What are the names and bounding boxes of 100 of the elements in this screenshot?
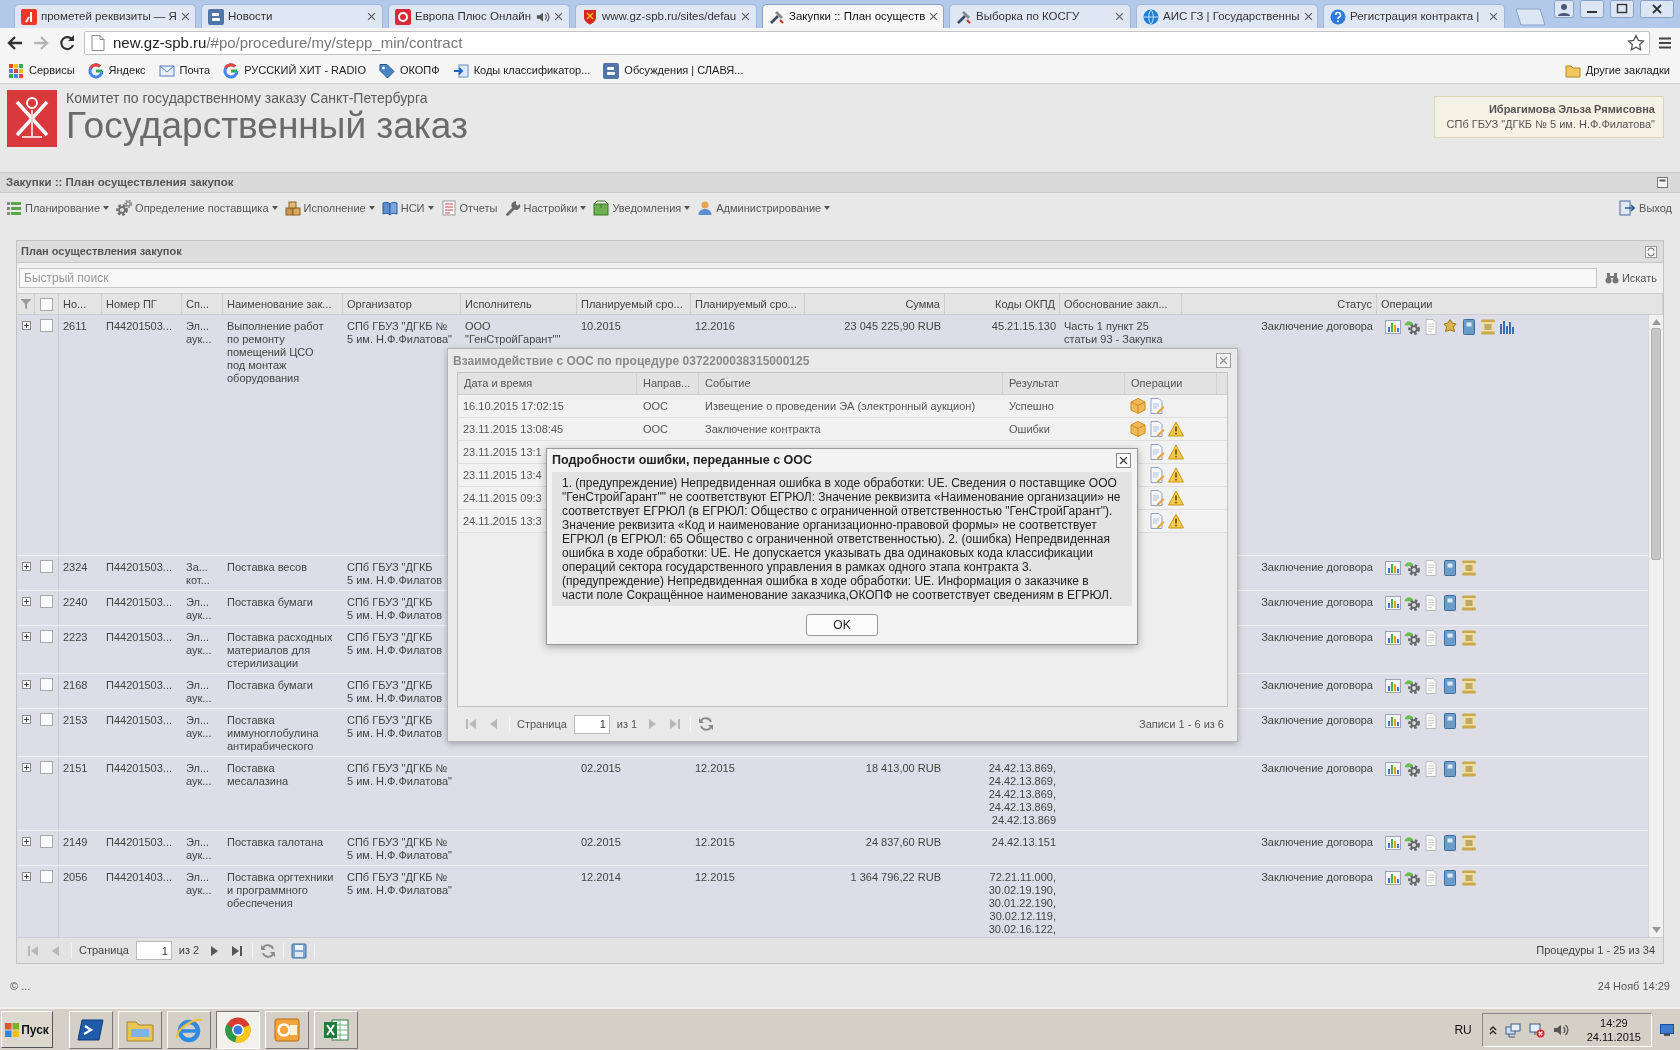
bookmark-link[interactable]: Сервисы <box>8 62 75 79</box>
user-icon[interactable] <box>1554 0 1574 18</box>
column-header[interactable]: Событие <box>699 373 1003 394</box>
warning-icon[interactable] <box>1168 421 1184 437</box>
bookmark-link[interactable]: Яндекс <box>87 62 146 79</box>
page-field[interactable]: 1 <box>135 941 172 960</box>
reload-icon[interactable] <box>58 34 76 52</box>
expand-icon[interactable] <box>21 597 31 606</box>
gear-icon[interactable] <box>1404 630 1420 646</box>
checkbox[interactable] <box>40 761 53 774</box>
address-field[interactable]: new.gz-spb.ru/#po/procedure/my/stepp_min/contract <box>84 31 1650 55</box>
document-edit-icon[interactable] <box>1149 444 1165 460</box>
menu-item[interactable]: Уведомления <box>593 199 691 217</box>
document-edit-icon[interactable] <box>1149 398 1165 414</box>
expand-icon[interactable] <box>21 680 31 689</box>
page-field[interactable]: 1 <box>573 714 610 734</box>
refresh-icon[interactable] <box>260 942 277 959</box>
menu-item[interactable]: Планирование <box>6 199 110 217</box>
scrollbar-thumb[interactable] <box>1651 328 1661 560</box>
menu-icon[interactable] <box>1658 36 1672 50</box>
close-icon[interactable] <box>1640 0 1674 18</box>
ok-button[interactable]: OK <box>806 614 878 636</box>
column-header[interactable]: Статус <box>1182 294 1377 314</box>
checkbox[interactable] <box>40 630 53 643</box>
bar-chart-icon[interactable] <box>1385 835 1401 851</box>
gear-icon[interactable] <box>1404 835 1420 851</box>
scroll-up-icon[interactable] <box>1651 319 1661 325</box>
network-icon[interactable] <box>1504 1021 1521 1038</box>
book-icon[interactable] <box>1442 560 1458 576</box>
column-header[interactable]: Планируемый сро... <box>691 294 805 314</box>
expand-icon[interactable] <box>21 715 31 724</box>
maximize-icon[interactable] <box>1610 0 1634 18</box>
back-icon[interactable] <box>6 34 24 52</box>
collapse-icon[interactable] <box>1657 177 1668 188</box>
browser-tab[interactable]: Регистрация контракта | <box>1323 4 1505 28</box>
search-field[interactable]: Быстрый поиск <box>19 268 1597 288</box>
column-header[interactable]: Организатор <box>343 294 461 314</box>
document-edit-icon[interactable] <box>1149 421 1165 437</box>
chevron-up-icon[interactable] <box>1488 1024 1497 1035</box>
checkbox[interactable] <box>40 835 53 848</box>
bar-chart-icon[interactable] <box>1385 595 1401 611</box>
bookmark-link[interactable]: Обсуждения | СЛАВЯ... <box>603 62 744 79</box>
column-header[interactable]: Операции <box>1125 373 1217 394</box>
star-icon[interactable] <box>1442 319 1458 335</box>
bookmark-folder[interactable]: Другие закладки <box>1564 62 1670 79</box>
browser-tab[interactable]: АИС ГЗ | Государственны <box>1136 4 1318 28</box>
column-header[interactable]: Направ... <box>637 373 699 394</box>
warning-icon[interactable] <box>1168 467 1184 483</box>
bookmark-link[interactable]: Почта <box>158 62 211 79</box>
gear-icon[interactable] <box>1404 560 1420 576</box>
book-icon[interactable] <box>1461 319 1477 335</box>
package-icon[interactable] <box>1130 398 1146 414</box>
package-icon[interactable] <box>1130 421 1146 437</box>
book-icon[interactable] <box>1442 678 1458 694</box>
document-edit-icon[interactable] <box>1149 467 1165 483</box>
bar-chart-icon[interactable] <box>1385 560 1401 576</box>
document-edit-icon[interactable] <box>1149 513 1165 529</box>
column-header[interactable]: Но... <box>59 294 102 314</box>
menu-item[interactable]: Определение поставщика <box>116 199 278 217</box>
taskbar-button[interactable] <box>216 1010 260 1049</box>
expand-icon[interactable] <box>21 321 31 330</box>
bar-graph-icon[interactable] <box>1499 319 1515 335</box>
column-header[interactable]: Операции <box>1377 294 1663 314</box>
gear-icon[interactable] <box>1404 713 1420 729</box>
column-header[interactable]: Результат <box>1003 373 1125 394</box>
filter-icon[interactable] <box>19 298 32 310</box>
document-edit-icon[interactable] <box>1149 490 1165 506</box>
menu-item[interactable]: Настройки <box>504 199 587 217</box>
menu-item[interactable]: Исполнение <box>284 199 375 217</box>
book-icon[interactable] <box>1442 835 1458 851</box>
menu-item[interactable]: Администрирование <box>697 199 831 217</box>
book-icon[interactable] <box>1442 870 1458 886</box>
bar-chart-icon[interactable] <box>1385 713 1401 729</box>
menu-item[interactable]: НСИ <box>381 199 434 217</box>
logout-button[interactable]: Выход <box>1619 199 1672 217</box>
column-header[interactable]: Сп... <box>182 294 223 314</box>
gear-icon[interactable] <box>1404 761 1420 777</box>
refresh-icon[interactable] <box>698 716 715 732</box>
column-header[interactable]: Дата и время <box>458 373 637 394</box>
browser-tab[interactable]: Европа Плюс Онлайн <box>388 4 570 28</box>
minimize-icon[interactable] <box>1580 0 1604 18</box>
bar-chart-icon[interactable] <box>1385 630 1401 646</box>
bookmark-link[interactable]: ОКОПФ <box>378 62 440 79</box>
bar-chart-icon[interactable] <box>1385 761 1401 777</box>
checkbox[interactable] <box>40 319 53 332</box>
checkbox[interactable] <box>40 297 53 311</box>
menu-item[interactable]: Отчеты <box>440 199 498 217</box>
warning-icon[interactable] <box>1168 490 1184 506</box>
checkbox[interactable] <box>40 870 53 883</box>
column-header[interactable]: Исполнитель <box>461 294 577 314</box>
column-header[interactable]: Номер ПГ <box>102 294 182 314</box>
bookmark-link[interactable]: РУССКИЙ ХИТ - RADIO <box>223 62 366 79</box>
bookmark-link[interactable]: Коды классификатор... <box>452 62 591 79</box>
browser-tab[interactable]: Новости <box>201 4 383 28</box>
column-header[interactable]: Коды ОКПД <box>945 294 1060 314</box>
column-header[interactable]: Планируемый сро... <box>577 294 691 314</box>
checkbox[interactable] <box>40 678 53 691</box>
gear-icon[interactable] <box>1404 870 1420 886</box>
checkbox[interactable] <box>40 595 53 608</box>
browser-tab[interactable]: прометей реквизиты — Я <box>14 4 196 28</box>
